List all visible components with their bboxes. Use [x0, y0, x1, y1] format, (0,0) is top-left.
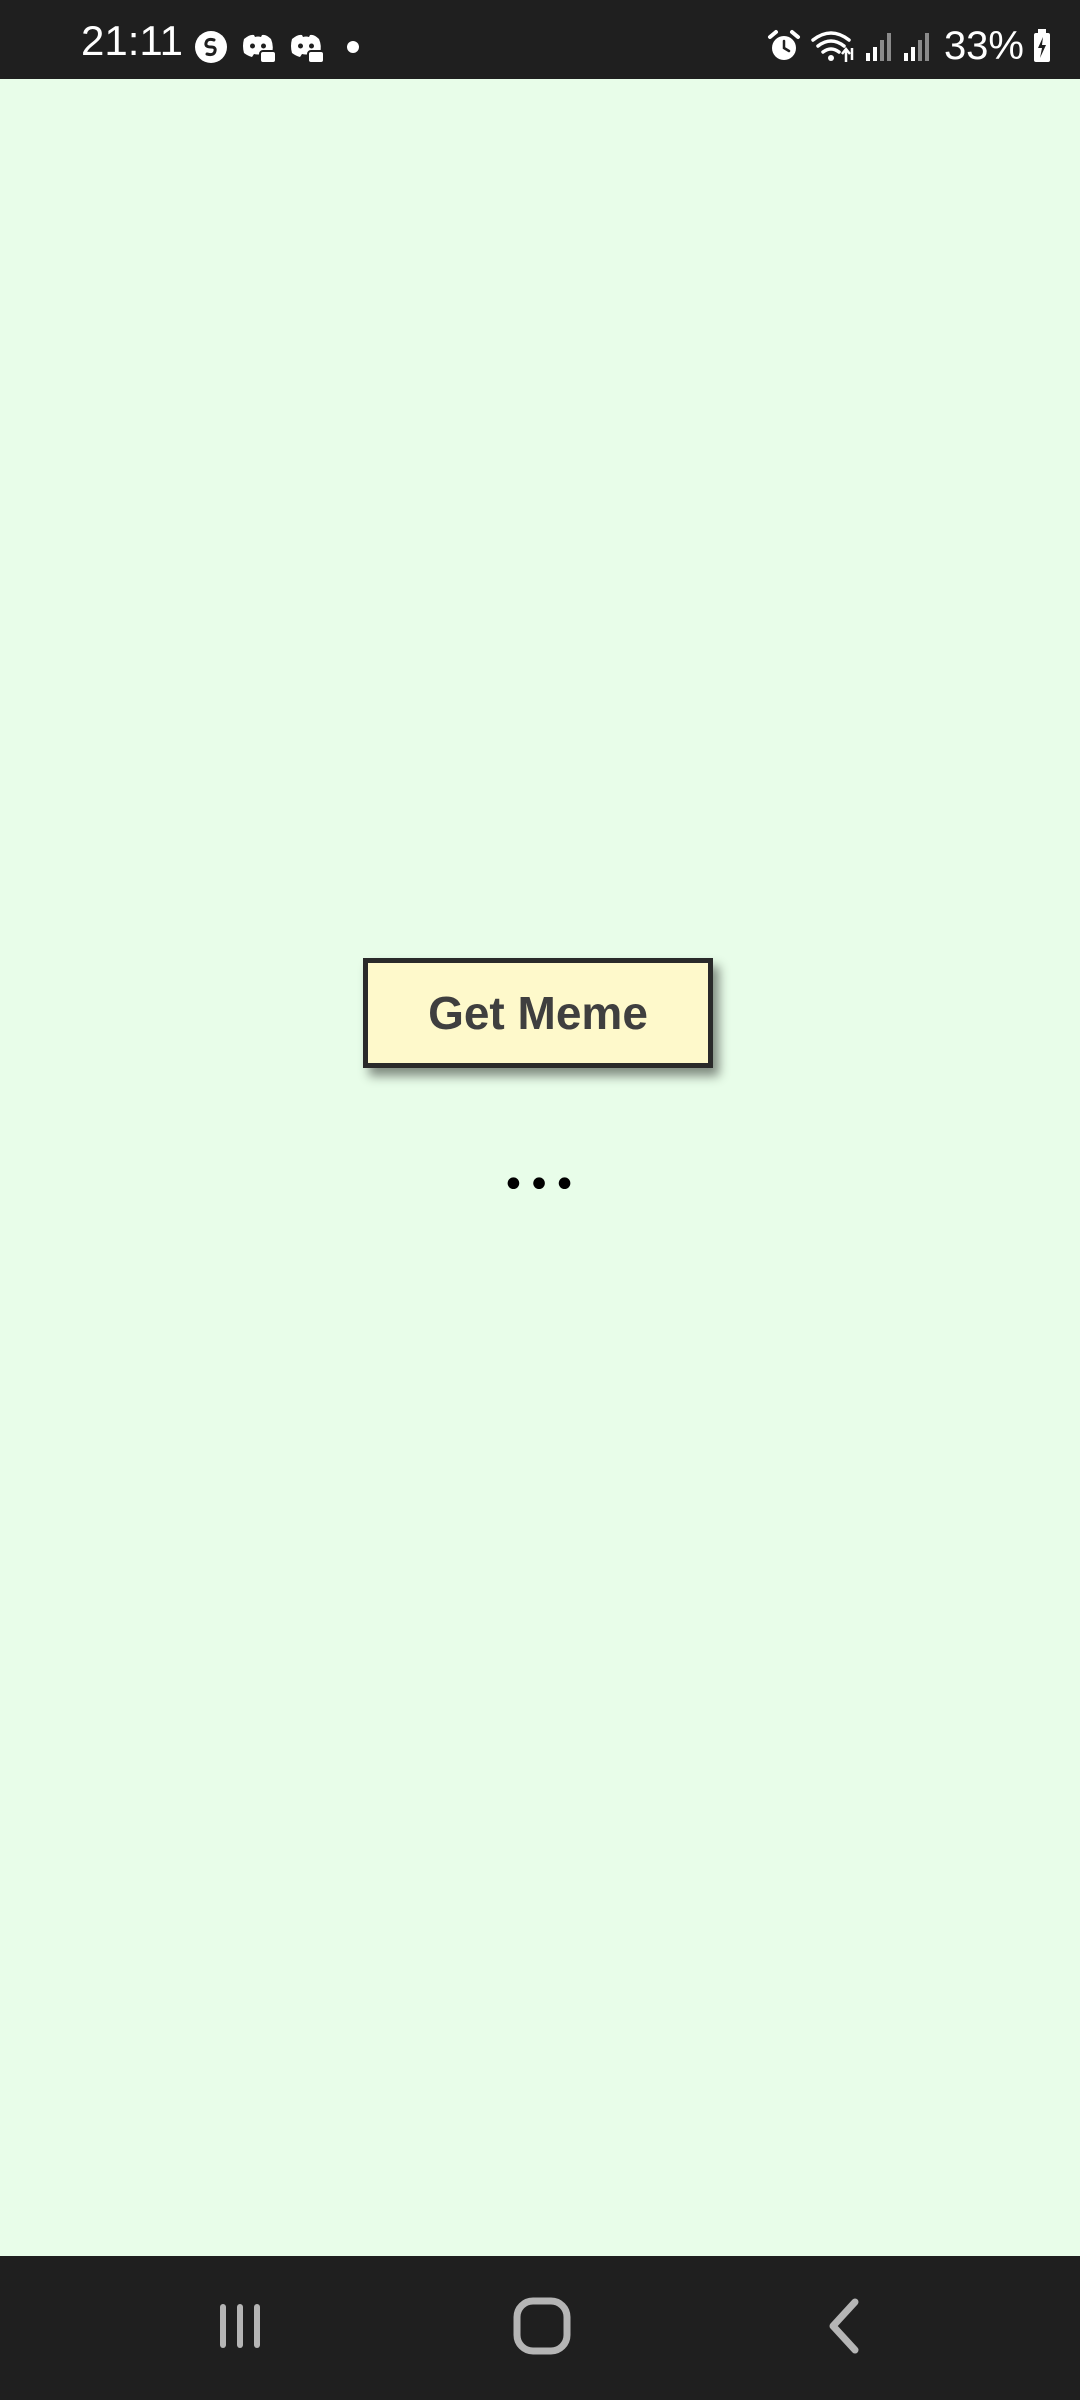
shazam-icon: [194, 30, 228, 64]
home-icon: [512, 2296, 572, 2361]
alarm-icon: [766, 28, 802, 64]
recent-apps-button[interactable]: [160, 2256, 320, 2400]
notification-icons: [194, 30, 360, 64]
signal-icon: [902, 29, 932, 63]
battery-percentage: 33%: [943, 24, 1024, 68]
recent-apps-icon: [212, 2298, 268, 2359]
wifi-icon: [810, 28, 856, 64]
status-time: 21:11: [81, 17, 183, 64]
battery-charging-icon: [1032, 28, 1052, 64]
back-button[interactable]: [764, 2256, 924, 2400]
discord-icon: [288, 31, 324, 63]
status-bar: 21:11 33%: [0, 0, 1080, 79]
back-icon: [819, 2296, 869, 2361]
notification-dot-icon: [346, 40, 360, 54]
navigation-bar: [0, 2256, 1080, 2400]
discord-icon: [240, 31, 276, 63]
app-screen: 21:11 33% Get Meme •••: [0, 0, 1080, 2400]
loading-indicator: •••: [501, 1162, 579, 1208]
system-status-icons: 33%: [766, 24, 1052, 68]
get-meme-button[interactable]: Get Meme: [363, 958, 713, 1068]
home-button[interactable]: [462, 2256, 622, 2400]
signal-icon: [864, 29, 894, 63]
